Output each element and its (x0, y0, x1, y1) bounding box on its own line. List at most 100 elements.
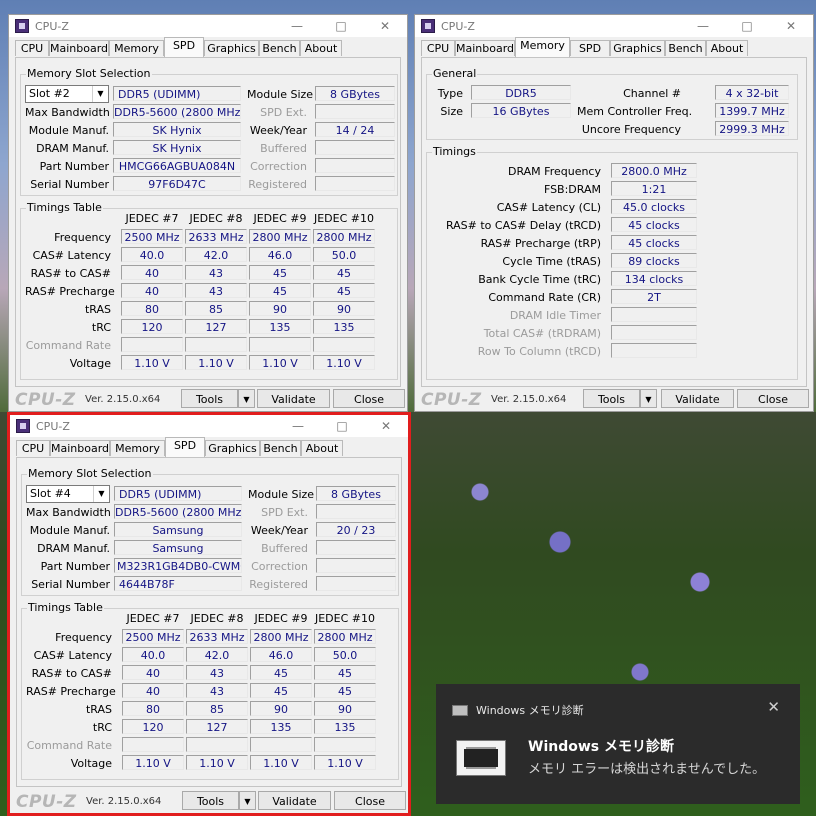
correction-label: Correction (251, 560, 308, 573)
notification-toast[interactable]: Windows メモリ診断 ✕ Windows メモリ診断 メモリ エラーは検出… (436, 684, 800, 804)
spd-ext-label: SPD Ext. (260, 106, 307, 119)
cpuz-app-icon (16, 419, 30, 433)
tab-graphics[interactable]: Graphics (204, 40, 259, 56)
correction-value (315, 158, 395, 173)
buffered-value (316, 540, 396, 555)
slot-select-value: Slot #4 (30, 487, 71, 500)
dram-manuf-label: DRAM Manuf. (37, 542, 110, 555)
tab-memory[interactable]: Memory (515, 37, 570, 58)
timings-table-group: Timings Table JEDEC #7 JEDEC #8 JEDEC #9 JE… (21, 601, 399, 780)
tools-button[interactable]: Tools (181, 389, 238, 408)
week-year-value: 20 / 23 (316, 522, 396, 537)
memory-timing-value: 45 clocks (611, 217, 697, 232)
tab-memory[interactable]: Memory (109, 40, 164, 56)
tab-bar: CPU Mainboard Memory SPD Graphics Bench … (15, 37, 401, 58)
timings-cell: 43 (185, 265, 247, 280)
tab-graphics[interactable]: Graphics (205, 440, 260, 456)
timings-cell: 1.10 V (121, 355, 183, 370)
max-bandwidth-label: Max Bandwidth (25, 106, 110, 119)
toast-message: メモリ エラーは検出されませんでした。 (528, 762, 766, 777)
uncore-label: Uncore Frequency (581, 123, 681, 136)
tab-spd[interactable]: SPD (164, 37, 204, 58)
close-icon[interactable]: ✕ (363, 15, 407, 37)
tab-spd[interactable]: SPD (570, 40, 610, 56)
tab-mainboard[interactable]: Mainboard (49, 40, 109, 56)
correction-label: Correction (250, 160, 307, 173)
timings-cell: 45 (249, 283, 311, 298)
tab-graphics[interactable]: Graphics (610, 40, 665, 56)
tab-spd[interactable]: SPD (165, 437, 205, 458)
timings-cell: 45 (250, 683, 312, 698)
tab-mainboard[interactable]: Mainboard (50, 440, 110, 456)
version-label: Ver. 2.15.0.x64 (491, 394, 567, 405)
mem-controller-value: 1399.7 MHz (715, 103, 789, 118)
title-bar[interactable]: CPU-Z — □ ✕ (415, 15, 813, 37)
footer-bar: CPU-Z Ver. 2.15.0.x64 Tools ▼ Validate C… (415, 387, 813, 411)
close-button[interactable]: Close (333, 389, 405, 408)
cpuz-logo: CPU-Z (16, 792, 77, 812)
close-button[interactable]: Close (737, 389, 809, 408)
timings-column-header: JEDEC #10 (313, 212, 374, 225)
tab-about[interactable]: About (301, 440, 343, 456)
serial-number-value: 4644B78F (114, 576, 242, 591)
memory-type-value: DDR5 (UDIMM) (113, 86, 241, 101)
timings-cell: 135 (249, 319, 311, 334)
maximize-icon[interactable]: □ (725, 15, 769, 37)
close-button[interactable]: Close (334, 791, 406, 810)
close-icon[interactable]: ✕ (769, 15, 813, 37)
tools-button[interactable]: Tools (583, 389, 640, 408)
tools-button[interactable]: Tools (182, 791, 239, 810)
timings-column-header: JEDEC #7 (125, 212, 179, 225)
dram-manuf-value: Samsung (114, 540, 242, 555)
tab-cpu[interactable]: CPU (15, 40, 49, 56)
tab-mainboard[interactable]: Mainboard (455, 40, 515, 56)
tools-dropdown-icon[interactable]: ▼ (239, 791, 256, 810)
validate-button[interactable]: Validate (258, 791, 331, 810)
tab-about[interactable]: About (706, 40, 748, 56)
timings-row-label: CAS# Latency (33, 649, 112, 662)
timings-cell: 90 (314, 701, 376, 716)
timings-cell: 127 (186, 719, 248, 734)
minimize-icon[interactable]: — (275, 15, 319, 37)
serial-number-value: 97F6D47C (113, 176, 241, 191)
timings-column-header: JEDEC #9 (254, 612, 308, 625)
tab-cpu[interactable]: CPU (16, 440, 50, 456)
serial-number-label: Serial Number (31, 578, 110, 591)
tab-memory[interactable]: Memory (110, 440, 165, 456)
validate-button[interactable]: Validate (661, 389, 734, 408)
memory-timing-value: 2800.0 MHz (611, 163, 697, 178)
max-bandwidth-value: DDR5-5600 (2800 MHz) (113, 104, 241, 119)
validate-button[interactable]: Validate (257, 389, 330, 408)
memory-chip-icon (456, 740, 506, 776)
week-year-label: Week/Year (250, 524, 308, 537)
title-bar[interactable]: CPU-Z — □ ✕ (10, 415, 408, 437)
week-year-value: 14 / 24 (315, 122, 395, 137)
close-icon[interactable]: ✕ (767, 698, 780, 716)
close-icon[interactable]: ✕ (364, 415, 408, 437)
module-size-value: 8 GBytes (316, 486, 396, 501)
buffered-label: Buffered (260, 142, 307, 155)
slot-select[interactable]: Slot #4 ▼ (26, 485, 110, 503)
timings-column-header: JEDEC #9 (253, 212, 307, 225)
tab-cpu[interactable]: CPU (421, 40, 455, 56)
minimize-icon[interactable]: — (276, 415, 320, 437)
tools-dropdown-icon[interactable]: ▼ (640, 389, 657, 408)
title-bar[interactable]: CPU-Z — □ ✕ (9, 15, 407, 37)
tab-bench[interactable]: Bench (259, 40, 300, 56)
tab-about[interactable]: About (300, 40, 342, 56)
timings-cell: 1.10 V (186, 755, 248, 770)
chevron-down-icon[interactable]: ▼ (92, 86, 108, 102)
minimize-icon[interactable]: — (681, 15, 725, 37)
tools-dropdown-icon[interactable]: ▼ (238, 389, 255, 408)
tab-bench[interactable]: Bench (260, 440, 301, 456)
maximize-icon[interactable]: □ (319, 15, 363, 37)
week-year-label: Week/Year (249, 124, 307, 137)
slot-select[interactable]: Slot #2 ▼ (25, 85, 109, 103)
timings-cell: 45 (250, 665, 312, 680)
spd-ext-value (315, 104, 395, 119)
maximize-icon[interactable]: □ (320, 415, 364, 437)
tab-bench[interactable]: Bench (665, 40, 706, 56)
memory-timing-value (611, 325, 697, 340)
timings-cell: 45 (313, 265, 375, 280)
chevron-down-icon[interactable]: ▼ (93, 486, 109, 502)
